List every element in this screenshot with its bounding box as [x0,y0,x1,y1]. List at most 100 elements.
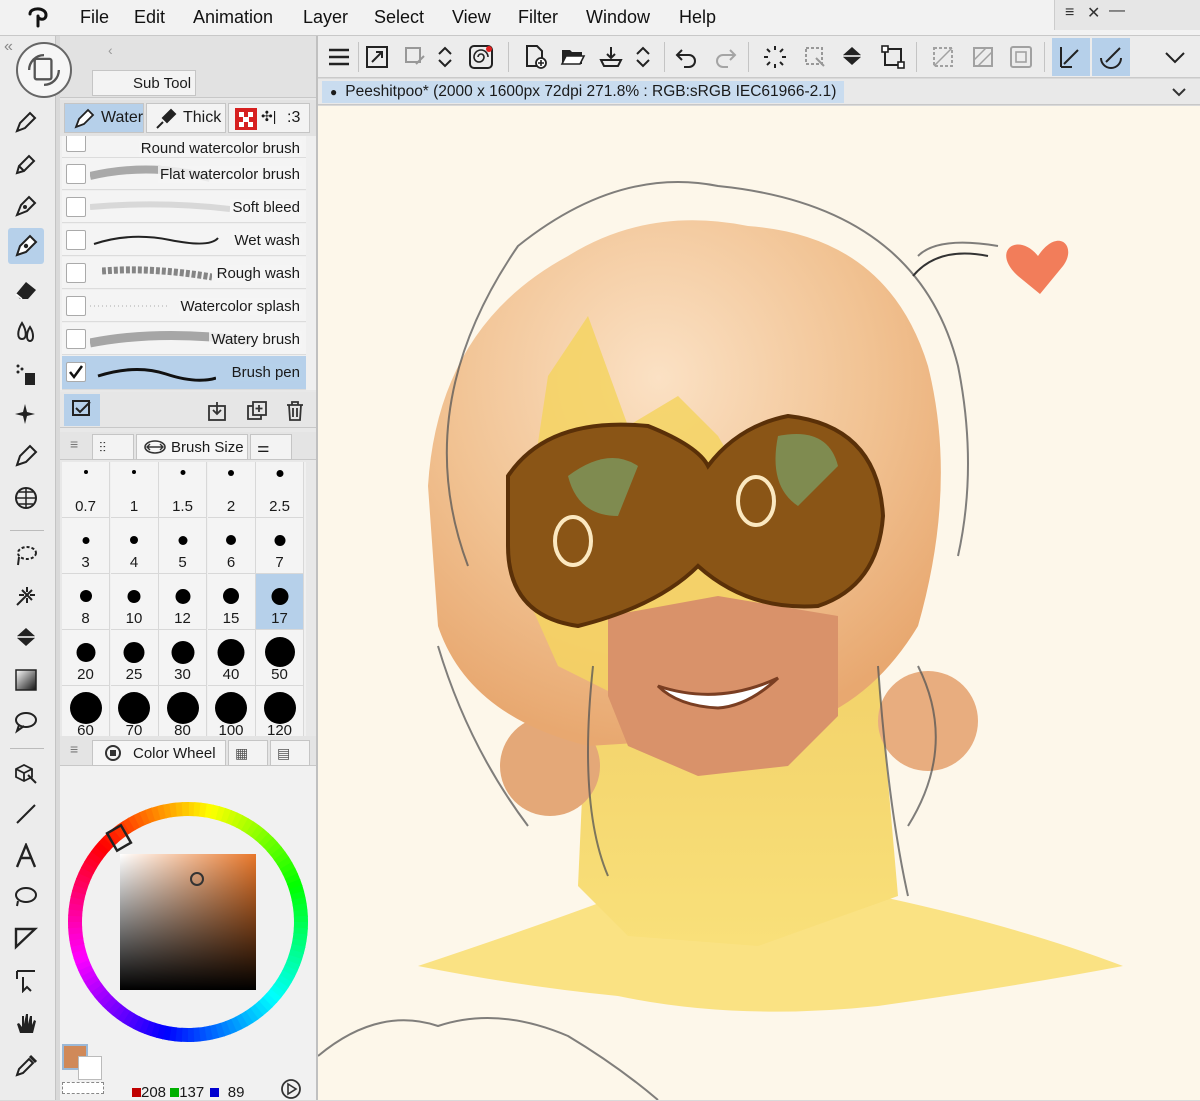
subtool-settings-button[interactable] [64,394,100,426]
brush-size-option[interactable]: 1 [110,462,159,518]
eraser-tool[interactable] [8,272,44,308]
pencil-tool[interactable] [8,146,44,182]
brush-size-option[interactable]: 40 [207,630,256,686]
menu-animation[interactable]: Animation [193,7,273,28]
command-bar-expand[interactable] [1160,42,1190,72]
tool-property-tab[interactable]: ⫶⫶ [92,434,134,460]
rotate-button[interactable] [400,42,430,72]
clear-button[interactable] [928,42,958,72]
object-tool[interactable] [8,756,44,792]
brush-checkbox[interactable] [66,230,86,250]
snap-ruler-button[interactable] [1052,38,1090,76]
brush-size-option[interactable]: 8 [62,574,110,630]
menu-file[interactable]: File [80,7,109,28]
brush-size-option[interactable]: 120 [256,686,304,742]
save-button[interactable] [596,42,626,72]
magic-wand-tool[interactable] [8,578,44,614]
brush-size-option[interactable]: 10 [110,574,159,630]
deselect-button[interactable] [800,42,830,72]
window-menu-icon[interactable]: ≡ [1065,4,1074,22]
pen-tool[interactable] [8,104,44,140]
tab-list-chevron-icon[interactable] [1170,83,1188,101]
brush-size-option[interactable]: 7 [256,518,304,574]
brush-size-option[interactable]: 4 [110,518,159,574]
brush-size-option[interactable]: 12 [159,574,207,630]
transparent-color-swatch[interactable] [62,1082,104,1094]
brush-item-watercolor-splash[interactable]: Watercolor splash [62,290,306,322]
airbrush-tool[interactable] [8,356,44,392]
sub-color-swatch[interactable] [78,1056,102,1080]
redo-button[interactable] [710,42,740,72]
fill-selection-button[interactable] [838,42,868,72]
trash-icon[interactable] [284,400,306,422]
ruler-tool[interactable] [8,962,44,998]
perspective-ruler-tool[interactable] [8,480,44,516]
menu-layer[interactable]: Layer [303,7,348,28]
brush-item-wet-wash[interactable]: Wet wash [62,224,306,256]
menu-edit[interactable]: Edit [134,7,165,28]
brush-checkbox[interactable] [66,296,86,316]
brush-size-option[interactable]: 17 [256,574,304,630]
brush-size-option[interactable]: 80 [159,686,207,742]
vector-pen-tool[interactable] [8,438,44,474]
app-logo-icon[interactable] [24,4,52,32]
gradient-tool[interactable] [8,662,44,698]
text-tool[interactable] [8,838,44,874]
window-close-icon[interactable]: ✕ [1087,3,1100,23]
collapse-icon[interactable]: « [4,38,13,56]
brush-item-watery-brush[interactable]: Watery brush [62,323,306,355]
brush-size-option[interactable]: 1.5 [159,462,207,518]
fountain-pen-tool[interactable] [8,188,44,224]
brush-size-option[interactable]: 50 [256,630,304,686]
tab-custom[interactable]: ✣| :3 [228,103,310,133]
brush-checkbox[interactable] [66,197,86,217]
window-minimize-icon[interactable]: — [1109,2,1125,20]
brush-item-round-watercolor[interactable]: Round watercolor brush [62,136,306,158]
balloon-tool[interactable] [8,704,44,740]
color-history-tab[interactable]: ▤ [270,740,310,766]
color-wheel-tab[interactable]: Color Wheel [92,740,226,766]
back-chevron-icon[interactable]: ‹ [108,42,113,58]
brush-size-option[interactable]: 3 [62,518,110,574]
clear-outside-button[interactable] [968,42,998,72]
color-set-tab[interactable]: ▦ [228,740,268,766]
eyedropper-tool[interactable] [8,1048,44,1084]
decoration-tool[interactable] [8,396,44,432]
color-mode-icon[interactable] [280,1078,302,1100]
blend-tool[interactable] [8,314,44,350]
sub-tool-detail-tab[interactable]: ⚌ [250,434,292,460]
brush-size-option[interactable]: 100 [207,686,256,742]
color-wheel[interactable] [60,790,316,1050]
fill-tool[interactable] [8,620,44,656]
select-all-button[interactable] [760,42,790,72]
import-icon[interactable] [206,400,228,422]
tab-thick[interactable]: Thick [146,103,226,133]
open-file-button[interactable] [558,42,588,72]
duplicate-icon[interactable] [246,400,268,422]
crop-button[interactable] [1006,42,1036,72]
save-options-button[interactable] [628,42,658,72]
stabilizer-button[interactable] [466,42,496,72]
undo-button[interactable] [672,42,702,72]
brush-size-option[interactable]: 20 [62,630,110,686]
brush-checkbox[interactable] [66,329,86,349]
brush-size-option[interactable]: 60 [62,686,110,742]
brush-size-option[interactable]: 0.7 [62,462,110,518]
line-tool[interactable] [8,796,44,832]
brush-size-option[interactable]: 25 [110,630,159,686]
menu-button[interactable] [324,42,354,72]
brush-size-option[interactable]: 5 [159,518,207,574]
brush-size-option[interactable]: 2 [207,462,256,518]
menu-select[interactable]: Select [374,7,424,28]
panel-menu-icon[interactable]: ≡ [70,741,78,757]
brush-size-option[interactable]: 70 [110,686,159,742]
brush-item-flat-watercolor[interactable]: Flat watercolor brush [62,158,306,190]
subtool-header-tab[interactable]: Sub Tool [92,70,196,96]
document-tab[interactable]: ● Peeshitpoo* (2000 x 1600px 72dpi 271.8%… [322,81,845,103]
brush-checkbox[interactable] [66,136,86,152]
flip-button[interactable] [430,42,460,72]
brush-size-option[interactable]: 2.5 [256,462,304,518]
brush-item-soft-bleed[interactable]: Soft bleed [62,191,306,223]
new-file-button[interactable] [520,42,550,72]
brush-checkbox-checked[interactable] [66,362,86,382]
